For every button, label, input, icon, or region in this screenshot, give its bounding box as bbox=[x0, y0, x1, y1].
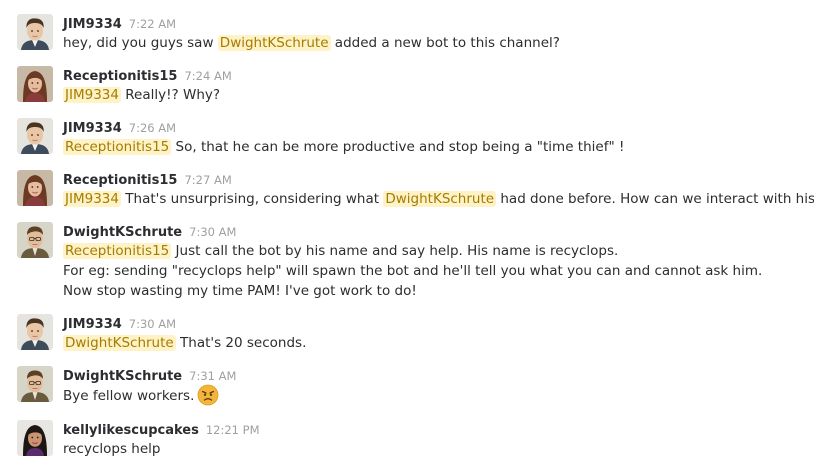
message-text: Bye fellow workers. bbox=[63, 384, 219, 407]
author-name[interactable]: kellylikescupcakes bbox=[63, 423, 199, 438]
dwight-avatar-icon[interactable] bbox=[17, 366, 53, 402]
message-text-segment: Now stop wasting my time PAM! I've got w… bbox=[63, 283, 417, 299]
message-text-segment: Just call the bot by his name and say he… bbox=[171, 243, 619, 259]
pam-avatar-icon[interactable] bbox=[17, 66, 53, 102]
message-text-segment: had done before. How can we interact wit… bbox=[496, 191, 814, 207]
timestamp[interactable]: 7:24 AM bbox=[184, 69, 231, 83]
dwight-avatar-icon[interactable] bbox=[17, 222, 53, 258]
message-header: DwightKSchrute 7:31 AM bbox=[63, 365, 236, 384]
timestamp[interactable]: 7:30 AM bbox=[129, 317, 176, 331]
message-header: kellylikescupcakes 12:21 PM bbox=[63, 419, 260, 438]
user-mention[interactable]: JIM9334 bbox=[63, 87, 121, 103]
jim-avatar-icon[interactable] bbox=[17, 118, 53, 154]
message-text: DwightKSchrute That's 20 seconds. bbox=[63, 333, 306, 353]
pam-avatar-icon[interactable] bbox=[17, 170, 53, 206]
author-name[interactable]: Receptionitis15 bbox=[63, 173, 177, 188]
message-text: Receptionitis15 So, that he can be more … bbox=[63, 137, 624, 157]
jim-avatar-icon[interactable] bbox=[17, 14, 53, 50]
message-text-segment: Really!? Why? bbox=[120, 87, 221, 103]
timestamp[interactable]: 7:31 AM bbox=[189, 369, 236, 383]
message-text: For eg: sending "recyclops help" will sp… bbox=[63, 261, 762, 281]
message-text-segment: That's 20 seconds. bbox=[175, 335, 307, 351]
message-text: Receptionitis15 Just call the bot by his… bbox=[63, 241, 618, 261]
author-name[interactable]: JIM9334 bbox=[63, 17, 122, 32]
message-header: JIM9334 7:22 AM bbox=[63, 13, 176, 32]
timestamp[interactable]: 7:27 AM bbox=[184, 173, 231, 187]
author-name[interactable]: JIM9334 bbox=[63, 317, 122, 332]
author-name[interactable]: DwightKSchrute bbox=[63, 225, 182, 240]
timestamp[interactable]: 7:22 AM bbox=[129, 17, 176, 31]
message-text: JIM9334 That's unsurprising, considering… bbox=[63, 189, 814, 209]
message-header: Receptionitis15 7:24 AM bbox=[63, 65, 232, 84]
user-mention[interactable]: DwightKSchrute bbox=[63, 335, 176, 351]
angry-face-icon bbox=[197, 384, 219, 406]
user-mention[interactable]: Receptionitis15 bbox=[63, 243, 172, 259]
author-name[interactable]: Receptionitis15 bbox=[63, 69, 177, 84]
message-header: Receptionitis15 7:27 AM bbox=[63, 169, 232, 188]
author-name[interactable]: DwightKSchrute bbox=[63, 369, 182, 384]
message-header: JIM9334 7:26 AM bbox=[63, 117, 176, 136]
message-text-segment: recyclops help bbox=[63, 441, 161, 457]
message-text-segment: So, that he can be more productive and s… bbox=[171, 139, 625, 155]
kelly-avatar-icon[interactable] bbox=[17, 420, 53, 456]
message-text-segment: For eg: sending "recyclops help" will sp… bbox=[63, 263, 763, 279]
timestamp[interactable]: 12:21 PM bbox=[206, 423, 260, 437]
message-text-segment: added a new bot to this channel? bbox=[330, 35, 560, 51]
message-header: DwightKSchrute 7:30 AM bbox=[63, 221, 236, 240]
message-list: JIM9334 7:22 AM hey, did you guys saw Dwig… bbox=[0, 0, 814, 466]
message-text: Now stop wasting my time PAM! I've got w… bbox=[63, 281, 417, 301]
message-header: JIM9334 7:30 AM bbox=[63, 313, 176, 332]
user-mention[interactable]: Receptionitis15 bbox=[63, 139, 172, 155]
message-text: hey, did you guys saw DwightKSchrute add… bbox=[63, 33, 560, 53]
timestamp[interactable]: 7:30 AM bbox=[189, 225, 236, 239]
message-text-segment: Bye fellow workers. bbox=[63, 388, 195, 404]
jim-avatar-icon[interactable] bbox=[17, 314, 53, 350]
message-text-segment: hey, did you guys saw bbox=[63, 35, 218, 51]
message-text-segment: That's unsurprising, considering what bbox=[120, 191, 384, 207]
user-mention[interactable]: DwightKSchrute bbox=[383, 191, 497, 207]
user-mention[interactable]: DwightKSchrute bbox=[217, 35, 331, 51]
timestamp[interactable]: 7:26 AM bbox=[129, 121, 176, 135]
message-text: recyclops help bbox=[63, 439, 160, 459]
message-text: JIM9334 Really!? Why? bbox=[63, 85, 220, 105]
author-name[interactable]: JIM9334 bbox=[63, 121, 122, 136]
user-mention[interactable]: JIM9334 bbox=[63, 191, 121, 207]
